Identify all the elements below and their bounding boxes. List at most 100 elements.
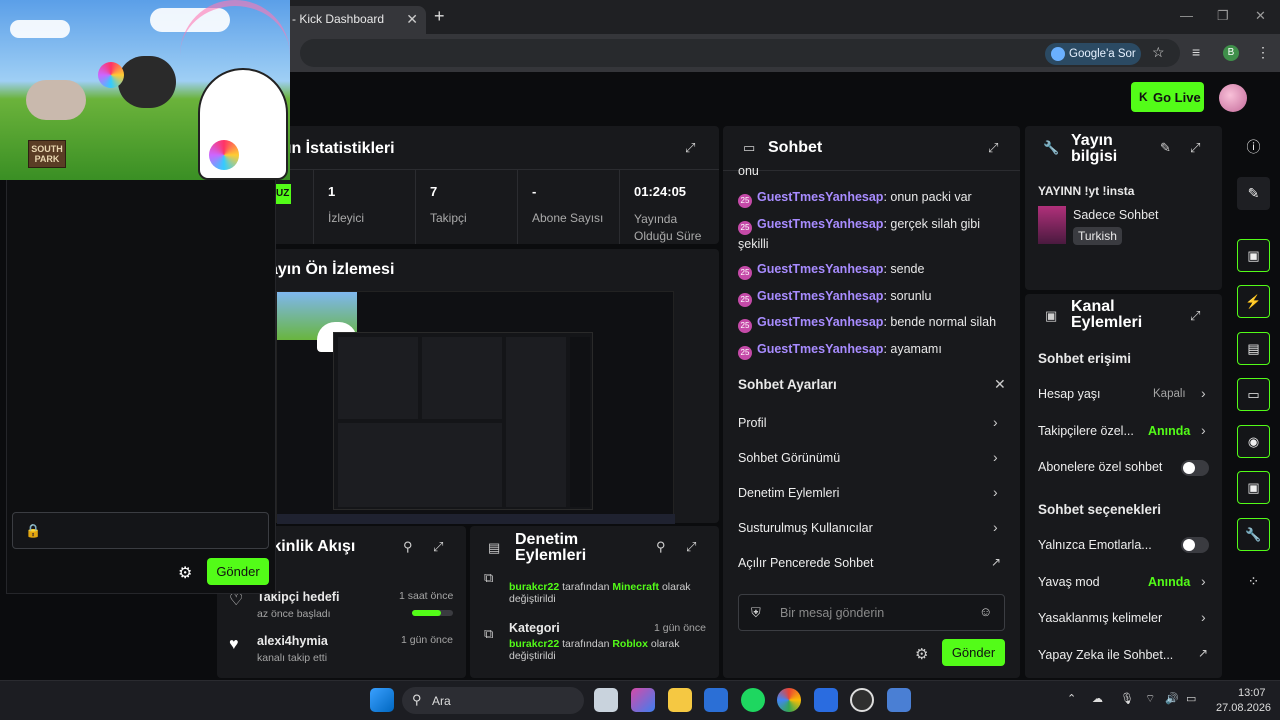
expand-icon[interactable]: ⤢ <box>1190 308 1200 324</box>
browser-profile-avatar[interactable]: B <box>1223 45 1239 61</box>
chat-username[interactable]: GuestTmesYanhesap <box>757 315 883 329</box>
bookmark-star-icon[interactable]: ☆ <box>1152 44 1165 61</box>
google-ask-button[interactable]: Google'a Sor <box>1045 43 1141 65</box>
wrench-icon[interactable]: 🔧 <box>1237 518 1270 551</box>
gear-icon[interactable]: ⚙ <box>178 563 192 583</box>
filter-icon[interactable]: ⚲ <box>403 539 413 555</box>
tab-close-icon[interactable]: ✕ <box>406 11 418 28</box>
clock-time[interactable]: 13:07 <box>1238 687 1266 699</box>
chevron-up-icon[interactable]: ⌃ <box>1067 692 1076 705</box>
channel-icon[interactable]: ▣ <box>1237 471 1270 504</box>
maximize-button[interactable]: ❐ <box>1217 8 1229 24</box>
subscribers-only-toggle[interactable] <box>1181 460 1209 476</box>
chat-text: : bende normal silah <box>883 315 997 329</box>
obs-icon[interactable] <box>850 688 874 712</box>
expand-icon[interactable]: ⤢ <box>988 140 998 156</box>
expand-icon[interactable]: ⤢ <box>1190 140 1200 156</box>
chevron-right-icon[interactable]: › <box>993 414 998 430</box>
slow-mode-label[interactable]: Yavaş mod <box>1038 575 1100 589</box>
chat-settings-item[interactable]: Açılır Pencerede Sohbet <box>738 556 874 570</box>
emote-only-toggle[interactable] <box>1181 537 1209 553</box>
copilot-icon[interactable] <box>631 688 655 712</box>
wifi-icon[interactable]: ⌔ <box>1145 692 1155 706</box>
info-icon[interactable]: ⓘ <box>1237 131 1270 164</box>
lightning-icon[interactable]: ⚡ <box>1237 285 1270 318</box>
user-avatar[interactable] <box>1219 84 1247 112</box>
task-view-icon[interactable] <box>594 688 618 712</box>
filter-icon[interactable]: ⚲ <box>656 539 666 555</box>
external-link-icon[interactable]: ↗ <box>991 555 1001 569</box>
follower-count: 7 <box>430 184 438 199</box>
stream-stats-panel: ın İstatistikleri ⤢ UZ 1 İzleyici 7 Taki… <box>217 126 719 244</box>
clock-date[interactable]: 27.08.2026 <box>1216 702 1271 714</box>
close-icon[interactable]: ✕ <box>994 376 1006 393</box>
cloud-icon[interactable]: ☁ <box>1092 692 1103 705</box>
minimize-button[interactable]: — <box>1180 8 1193 23</box>
apps-icon[interactable]: ⁘ <box>1237 565 1270 598</box>
battery-icon[interactable]: ▭ <box>1186 692 1196 705</box>
gear-icon[interactable]: ⚙ <box>915 645 928 663</box>
moderation-item-title: Kategori <box>509 621 560 635</box>
window-close-button[interactable]: ✕ <box>1255 8 1266 24</box>
banned-words-label[interactable]: Yasaklanmış kelimeler <box>1038 611 1162 625</box>
new-tab-button[interactable]: + <box>434 6 445 27</box>
list-icon[interactable]: ▤ <box>1237 332 1270 365</box>
file-explorer-icon[interactable] <box>668 688 692 712</box>
windows-start-icon[interactable] <box>370 688 394 712</box>
edit-icon[interactable]: ✎ <box>1237 177 1270 210</box>
live-duration-label: Yayında Olduğu Süre <box>634 212 702 243</box>
chat-settings-item[interactable]: Profil <box>738 416 766 430</box>
chat-username[interactable]: GuestTmesYanhesap <box>757 262 883 276</box>
expand-icon[interactable]: ⤢ <box>433 539 443 555</box>
goal-progress-bar <box>412 610 453 616</box>
chevron-right-icon[interactable]: › <box>1201 422 1206 438</box>
moderation-item: burakcr22 tarafından Minecraft olarak de… <box>509 581 714 605</box>
external-link-icon[interactable]: ↗ <box>1198 646 1208 660</box>
taskbar-search-label: Ara <box>432 694 451 708</box>
browser-menu-icon[interactable]: ⋮ <box>1256 44 1270 61</box>
store-icon[interactable] <box>704 688 728 712</box>
go-live-button[interactable]: K Go Live <box>1131 82 1204 112</box>
chrome-icon[interactable] <box>777 688 801 712</box>
chat-username[interactable]: GuestTmesYanhesap <box>757 190 883 204</box>
expand-icon[interactable]: ⤢ <box>685 140 695 156</box>
emoji-icon[interactable]: ☺ <box>979 604 992 619</box>
spotify-icon[interactable] <box>741 688 765 712</box>
reading-list-icon[interactable]: ≡ <box>1192 44 1200 60</box>
taskbar-search[interactable]: ⚲ Ara <box>402 687 584 714</box>
browser-tab[interactable]: - Kick Dashboard ✕ <box>280 6 426 34</box>
chat-settings-item[interactable]: Sohbet Görünümü <box>738 451 840 465</box>
chevron-right-icon[interactable]: › <box>1201 573 1206 589</box>
subscriber-label: Abone Sayısı <box>532 211 604 225</box>
chevron-right-icon[interactable]: › <box>993 519 998 535</box>
mod-text: olarak <box>650 638 680 650</box>
chat-username[interactable]: GuestTmesYanhesap <box>757 217 883 231</box>
chat-message-input[interactable]: ⛨ Bir mesaj gönderin ☺ <box>738 594 1005 631</box>
media-icon[interactable]: ▣ <box>1237 239 1270 272</box>
volume-icon[interactable]: 🔊 <box>1165 692 1179 705</box>
stream-preview-video[interactable] <box>276 291 675 524</box>
app-icon[interactable] <box>814 688 838 712</box>
chat-username[interactable]: GuestTmesYanhesap <box>757 289 883 303</box>
record-icon[interactable]: ◉ <box>1237 425 1270 458</box>
chat-settings-item[interactable]: Susturulmuş Kullanıcılar <box>738 521 873 535</box>
cartoon-pug <box>118 56 176 108</box>
chevron-right-icon[interactable]: › <box>1201 609 1206 625</box>
popout-chat-input[interactable]: 🔒 <box>12 512 269 549</box>
edit-icon[interactable]: ✎ <box>1160 140 1171 156</box>
chat-settings-item[interactable]: Denetim Eylemleri <box>738 486 839 500</box>
ai-chat-label[interactable]: Yapay Zeka ile Sohbet... <box>1038 648 1173 662</box>
google-ask-label: Google'a Sor <box>1069 48 1136 60</box>
chevron-right-icon[interactable]: › <box>993 484 998 500</box>
account-age-label[interactable]: Hesap yaşı <box>1038 387 1101 401</box>
chevron-right-icon[interactable]: › <box>1201 385 1206 401</box>
followers-only-label[interactable]: Takipçilere özel... <box>1038 424 1134 438</box>
expand-icon[interactable]: ⤢ <box>686 539 696 555</box>
mic-icon[interactable]: 🎙 <box>1120 692 1134 705</box>
chat-username[interactable]: GuestTmesYanhesap <box>757 342 883 356</box>
chevron-right-icon[interactable]: › <box>993 449 998 465</box>
app-icon[interactable] <box>887 688 911 712</box>
chat-icon[interactable]: ▭ <box>1237 378 1270 411</box>
chat-send-button[interactable]: Gönder <box>942 639 1005 666</box>
popout-send-button[interactable]: Gönder <box>207 558 269 585</box>
